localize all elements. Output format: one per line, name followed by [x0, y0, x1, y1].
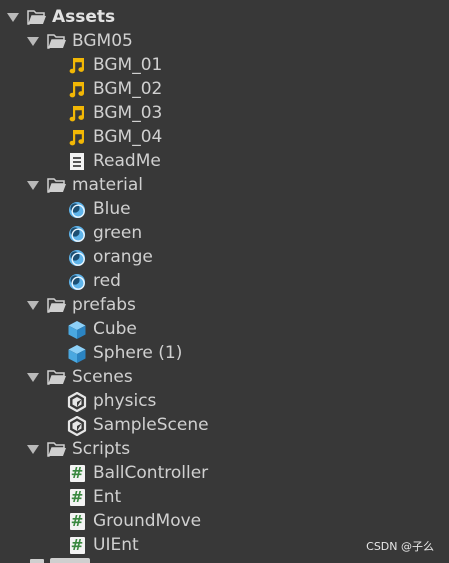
material-sphere-icon	[67, 225, 87, 242]
tree-row-partial	[0, 557, 449, 563]
open-folder-icon	[47, 297, 67, 314]
material-sphere-icon	[67, 201, 87, 218]
tree-row-asset[interactable]: green	[0, 221, 449, 245]
prefab-cube-icon	[67, 320, 87, 339]
tree-row-asset[interactable]: Sphere (1)	[0, 341, 449, 365]
asset-label: Ent	[93, 487, 122, 507]
folder-label: Scenes	[72, 367, 133, 387]
asset-label: Cube	[93, 319, 137, 339]
asset-label: GroundMove	[93, 511, 202, 531]
unity-scene-icon	[67, 391, 87, 412]
asset-label: BallController	[93, 463, 209, 483]
tree-row-asset[interactable]: # BallController	[0, 461, 449, 485]
tree-row-assets[interactable]: Assets	[0, 5, 449, 29]
tree-row-folder[interactable]: Scenes	[0, 365, 449, 389]
tree-row-folder[interactable]: material	[0, 173, 449, 197]
folder-label: Scripts	[72, 439, 131, 459]
folder-icon	[30, 559, 44, 563]
expand-caret-icon[interactable]	[27, 37, 39, 46]
asset-label: UIEnt	[93, 535, 139, 555]
tree-row-asset[interactable]: ReadMe	[0, 149, 449, 173]
audio-clip-icon	[67, 129, 87, 146]
csharp-script-icon: #	[69, 464, 85, 482]
asset-label: Blue	[93, 199, 131, 219]
expand-caret-icon[interactable]	[27, 373, 39, 382]
asset-label: BGM_04	[93, 127, 163, 147]
material-sphere-icon	[67, 249, 87, 266]
tree-row-asset[interactable]: BGM_04	[0, 125, 449, 149]
tree-row-asset[interactable]: BGM_02	[0, 77, 449, 101]
open-folder-icon	[47, 33, 67, 50]
tree-row-folder[interactable]: Scripts	[0, 437, 449, 461]
tree-row-asset[interactable]: Cube	[0, 317, 449, 341]
asset-label: ReadMe	[93, 151, 161, 171]
watermark: CSDN @子么	[366, 540, 434, 553]
tree-row-asset[interactable]: BGM_01	[0, 53, 449, 77]
open-folder-icon	[27, 9, 47, 26]
tree-row-asset[interactable]: SampleScene	[0, 413, 449, 437]
asset-label: BGM_02	[93, 79, 163, 99]
tree-row-asset[interactable]: # Ent	[0, 485, 449, 509]
text-document-icon	[67, 153, 87, 170]
material-sphere-icon	[67, 273, 87, 290]
asset-label: BGM_03	[93, 103, 163, 123]
open-folder-icon	[47, 441, 67, 458]
asset-label: red	[93, 271, 121, 291]
tree-row-asset[interactable]: red	[0, 269, 449, 293]
asset-label: SampleScene	[93, 415, 209, 435]
asset-label: physics	[93, 391, 157, 411]
truncated-label	[50, 558, 90, 563]
folder-label: prefabs	[72, 295, 136, 315]
tree-row-asset[interactable]: physics	[0, 389, 449, 413]
tree-row-asset[interactable]: orange	[0, 245, 449, 269]
tree-row-folder[interactable]: BGM05	[0, 29, 449, 53]
audio-clip-icon	[67, 81, 87, 98]
tree-label-assets: Assets	[52, 7, 116, 27]
expand-caret-icon[interactable]	[7, 13, 19, 22]
folder-label: material	[72, 175, 143, 195]
expand-caret-icon[interactable]	[27, 301, 39, 310]
audio-clip-icon	[67, 57, 87, 74]
tree-row-asset[interactable]: Blue	[0, 197, 449, 221]
project-tree: Assets BGM05 BGM_01 BGM_02 BGM_03 BGM_04…	[0, 5, 449, 557]
asset-label: orange	[93, 247, 153, 267]
asset-label: BGM_01	[93, 55, 163, 75]
open-folder-icon	[47, 369, 67, 386]
unity-scene-icon	[67, 415, 87, 436]
tree-row-asset[interactable]: BGM_03	[0, 101, 449, 125]
tree-row-folder[interactable]: prefabs	[0, 293, 449, 317]
asset-label: green	[93, 223, 143, 243]
expand-caret-icon[interactable]	[27, 181, 39, 190]
prefab-cube-icon	[67, 344, 87, 363]
tree-row-asset[interactable]: # GroundMove	[0, 509, 449, 533]
expand-caret-icon[interactable]	[27, 445, 39, 454]
asset-label: Sphere (1)	[93, 343, 183, 363]
csharp-script-icon: #	[69, 488, 85, 506]
folder-label: BGM05	[72, 31, 133, 51]
csharp-script-icon: #	[69, 512, 85, 530]
open-folder-icon	[47, 177, 67, 194]
audio-clip-icon	[67, 105, 87, 122]
csharp-script-icon: #	[69, 536, 85, 554]
